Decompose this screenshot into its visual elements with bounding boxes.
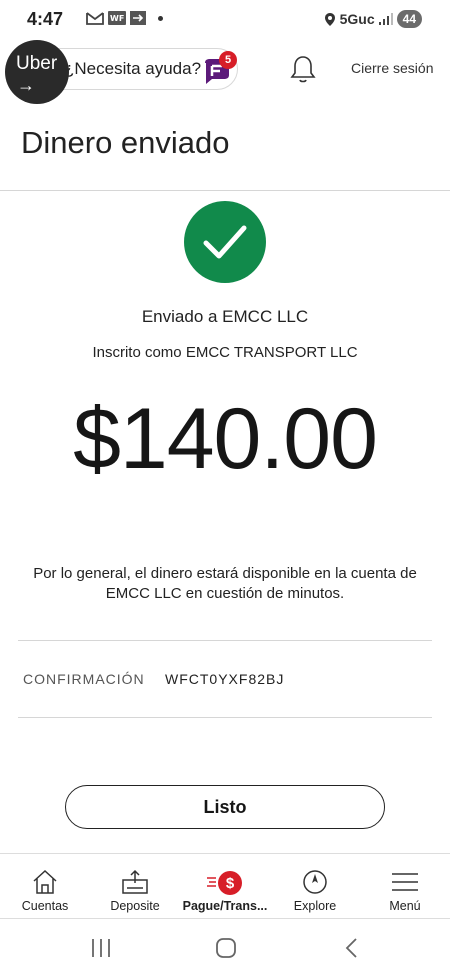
logout-link[interactable]: Cierre sesión <box>351 60 433 76</box>
done-button[interactable]: Listo <box>65 785 385 829</box>
signal-icon <box>378 13 393 25</box>
nav-label: Pague/Trans... <box>182 899 268 913</box>
amount-sent: $140.00 <box>73 391 378 487</box>
notification-icons: WF <box>86 11 164 25</box>
bell-icon[interactable] <box>290 54 316 84</box>
battery-indicator: 44 <box>396 10 422 28</box>
nav-label: Explore <box>293 899 337 913</box>
speed-lines-icon <box>207 877 216 887</box>
availability-note: Por lo general, el dinero estará disponi… <box>33 565 417 602</box>
uber-floating-bubble[interactable]: Uber → <box>5 40 69 104</box>
success-check-icon <box>184 201 266 283</box>
section-divider <box>18 717 432 718</box>
bottom-nav: Cuentas Deposite $ Pague/Trans... Explor… <box>0 853 450 919</box>
help-label: ¿Necesita ayuda? <box>64 59 202 78</box>
nav-label: Deposite <box>110 899 160 913</box>
enrolled-as-text: Inscrito como EMCC TRANSPORT LLC <box>92 344 358 361</box>
title-divider <box>0 190 450 191</box>
status-time: 4:47 <box>27 9 64 29</box>
system-nav-bar <box>0 919 450 976</box>
confirmation-number: WFCT0YXF82BJ <box>165 671 285 687</box>
confirmation-label: CONFIRMACIÓN <box>23 671 145 687</box>
forward-notification-icon <box>130 11 147 25</box>
nav-item-explore[interactable]: Explore <box>270 854 360 920</box>
home-icon <box>33 869 57 894</box>
nav-item-pay-transfer[interactable]: $ Pague/Trans... <box>180 854 270 920</box>
nav-label: Cuentas <box>21 899 69 913</box>
chat-badge: 5 <box>219 51 237 69</box>
location-icon <box>324 12 335 26</box>
top-app-bar: ¿Necesita ayuda? 5 Uber → Cierre sesión <box>0 40 450 104</box>
deposit-icon <box>122 869 148 894</box>
status-bar: 4:47 WF 5Guc 44 <box>0 0 450 40</box>
gmail-icon <box>86 12 104 25</box>
page-title: Dinero enviado <box>21 125 230 160</box>
hamburger-icon <box>392 873 418 891</box>
dollar-icon: $ <box>218 871 242 895</box>
back-icon[interactable] <box>340 937 364 959</box>
system-status: 5Guc 44 <box>324 10 422 28</box>
home-button-icon[interactable] <box>214 937 238 959</box>
section-divider <box>18 640 432 641</box>
nav-item-menu[interactable]: Menú <box>360 854 450 920</box>
network-type: 5Guc <box>339 11 375 27</box>
nav-item-deposit[interactable]: Deposite <box>90 854 180 920</box>
wf-notification-icon: WF <box>108 11 127 25</box>
compass-icon <box>303 870 327 894</box>
nav-label: Menú <box>389 899 421 913</box>
recent-apps-icon[interactable] <box>89 937 113 959</box>
recipient-text: Enviado a EMCC LLC <box>141 307 309 326</box>
uber-label: Uber <box>16 53 58 74</box>
more-notifications-dot <box>158 15 164 21</box>
nav-item-accounts[interactable]: Cuentas <box>0 854 90 920</box>
arrow-right-icon: → <box>17 75 35 95</box>
